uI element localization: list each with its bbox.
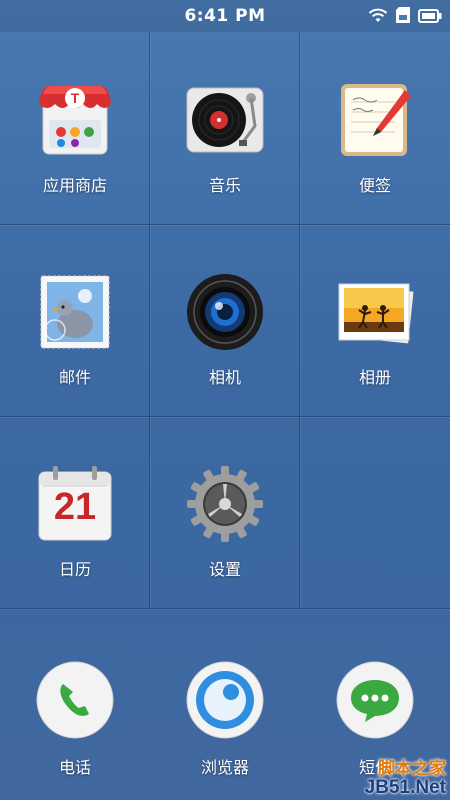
dock-browser-shortcut[interactable]: 浏览器 xyxy=(150,630,300,800)
app-store-shortcut[interactable]: T 应用商店 xyxy=(0,32,150,224)
sd-card-icon xyxy=(396,7,410,27)
mail-stamp-icon xyxy=(35,272,115,352)
app-label: 浏览器 xyxy=(200,758,249,777)
site-watermark: 脚本之家 JB51.Net xyxy=(365,760,446,798)
app-label: 邮件 xyxy=(58,368,91,387)
app-label: 相机 xyxy=(208,368,241,387)
svg-text:T: T xyxy=(71,90,80,106)
app-label: 日历 xyxy=(58,560,91,579)
wifi-icon xyxy=(368,7,388,27)
watermark-line2: JB51.Net xyxy=(364,777,446,799)
watermark-line1: 脚本之家 xyxy=(378,759,446,779)
phone-icon xyxy=(35,660,115,740)
app-store-icon: T xyxy=(35,80,115,160)
app-label: 音乐 xyxy=(208,176,241,195)
mail-shortcut[interactable]: 邮件 xyxy=(0,224,150,416)
calendar-shortcut[interactable]: 21 日历 xyxy=(0,416,150,608)
settings-gear-icon xyxy=(185,464,265,544)
settings-shortcut[interactable]: 设置 xyxy=(150,416,300,608)
sms-icon xyxy=(335,660,415,740)
camera-lens-icon xyxy=(185,272,265,352)
dock-phone-shortcut[interactable]: 电话 xyxy=(0,630,150,800)
calendar-icon: 21 xyxy=(35,464,115,544)
app-label: 电话 xyxy=(58,758,91,777)
app-label: 相册 xyxy=(358,368,391,387)
browser-icon xyxy=(185,660,265,740)
photo-album-icon xyxy=(335,272,415,352)
app-label: 设置 xyxy=(208,560,241,579)
music-turntable-icon xyxy=(185,80,265,160)
gallery-shortcut[interactable]: 相册 xyxy=(300,224,450,416)
status-icons xyxy=(368,7,442,27)
battery-icon xyxy=(418,8,442,27)
grid-divider xyxy=(0,608,450,609)
calendar-day-number: 21 xyxy=(53,486,97,528)
music-shortcut[interactable]: 音乐 xyxy=(150,32,300,224)
status-bar: 6:41 PM xyxy=(0,0,450,32)
notepad-icon xyxy=(335,80,415,160)
camera-shortcut[interactable]: 相机 xyxy=(150,224,300,416)
app-label: 便签 xyxy=(358,176,391,195)
notes-shortcut[interactable]: 便签 xyxy=(300,32,450,224)
app-label: 应用商店 xyxy=(42,176,107,195)
